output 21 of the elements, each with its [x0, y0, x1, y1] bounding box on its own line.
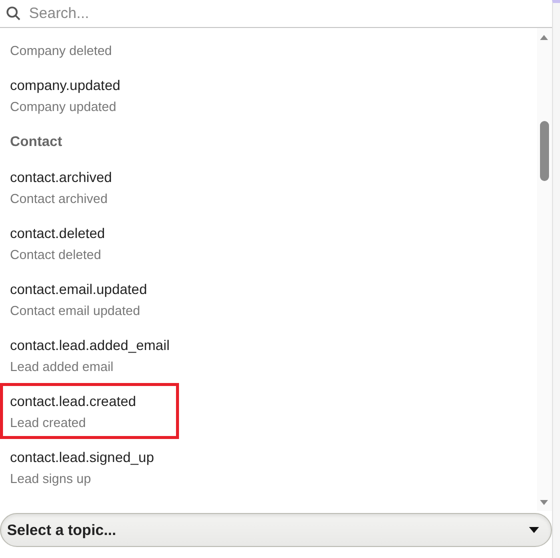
event-description: Lead signs up	[10, 470, 92, 486]
event-description: Company updated	[10, 98, 118, 114]
scrollbar[interactable]	[537, 28, 552, 511]
search-icon	[6, 6, 21, 21]
event-description: Lead created	[10, 414, 87, 430]
group-header: Contact	[10, 133, 62, 149]
event-name: contact.email.updated	[10, 280, 147, 296]
event-description: Contact deleted	[10, 246, 102, 262]
event-name: contact.lead.created	[10, 392, 138, 408]
event-name: contact.lead.signed_up	[10, 448, 154, 464]
event-description: Company deleted	[10, 42, 112, 58]
event-description: Lead added email	[10, 358, 114, 374]
event-name: contact.deleted	[10, 224, 105, 240]
caret-icon	[529, 527, 539, 533]
event-name: contact.lead.added_email	[10, 336, 170, 352]
event-description: Contact archived	[10, 190, 109, 206]
event-name: company.updated	[10, 76, 120, 92]
event-description: Contact email updated	[10, 302, 142, 318]
topic-select[interactable]: Select a topic...	[0, 513, 552, 547]
event-name: contact.archived	[10, 168, 112, 184]
search-field[interactable]: Search...	[29, 5, 429, 22]
